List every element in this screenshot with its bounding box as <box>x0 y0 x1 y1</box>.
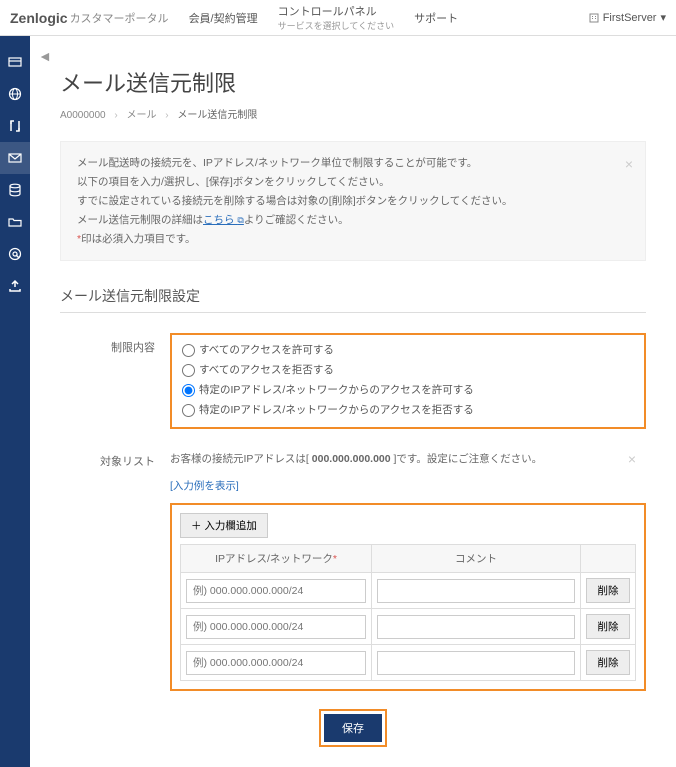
delete-button[interactable]: 削除 <box>586 614 630 639</box>
logo-subtitle: カスタマーポータル <box>70 10 169 26</box>
sidebar-at-icon[interactable] <box>0 238 30 270</box>
save-button[interactable]: 保存 <box>324 714 382 742</box>
delete-button[interactable]: 削除 <box>586 578 630 603</box>
radio-allow-specific[interactable]: 特定のIPアドレス/ネットワークからのアクセスを許可する <box>182 381 634 401</box>
logo: Zenlogic <box>10 10 68 26</box>
sidebar-globe-icon[interactable] <box>0 78 30 110</box>
restriction-radio-group: すべてのアクセスを許可する すべてのアクセスを拒否する 特定のIPアドレス/ネッ… <box>170 333 646 429</box>
breadcrumb-account[interactable]: A0000000 <box>60 110 106 121</box>
delete-button[interactable]: 削除 <box>586 650 630 675</box>
label-restriction: 制限内容 <box>60 333 170 429</box>
sidebar-card-icon[interactable] <box>0 46 30 78</box>
comment-input[interactable] <box>377 651 575 675</box>
add-row-button[interactable]: ＋ 入力欄追加 <box>180 513 268 538</box>
sidebar-upload-icon[interactable] <box>0 270 30 302</box>
user-menu[interactable]: FirstServer ▾ <box>589 11 666 24</box>
detail-link[interactable]: こちら ⧉ <box>203 214 244 226</box>
sidebar <box>0 36 30 767</box>
close-icon[interactable]: × <box>625 152 633 177</box>
radio-deny-specific[interactable]: 特定のIPアドレス/ネットワークからのアクセスを拒否する <box>182 401 634 421</box>
back-arrow[interactable]: ◄ <box>38 48 52 64</box>
building-icon <box>589 13 599 23</box>
table-row: 削除 <box>181 645 636 681</box>
label-target-list: 対象リスト <box>60 447 170 691</box>
table-row: 削除 <box>181 609 636 645</box>
nav-support[interactable]: サポート <box>414 10 458 26</box>
ip-input[interactable] <box>186 651 366 675</box>
nav-control-panel[interactable]: コントロールパネル サービスを選択してください <box>278 3 394 32</box>
info-box: × メール配送時の接続元を、IPアドレス/ネットワーク単位で制限することが可能で… <box>60 141 646 261</box>
table-row: 削除 <box>181 573 636 609</box>
chevron-down-icon: ▾ <box>660 11 666 24</box>
show-example-link[interactable]: [入力例を表示] <box>170 478 239 493</box>
col-ip-header: IPアドレス/ネットワーク* <box>181 545 372 573</box>
ip-input[interactable] <box>186 579 366 603</box>
close-icon[interactable]: × <box>628 451 636 467</box>
comment-input[interactable] <box>377 579 575 603</box>
target-ip-note: お客様の接続元IPアドレスは[ 000.000.000.000 ]です。設定にご… <box>170 447 646 470</box>
radio-deny-all[interactable]: すべてのアクセスを拒否する <box>182 361 634 381</box>
page-title: メール送信元制限 <box>60 66 646 98</box>
sidebar-mail-icon[interactable] <box>0 142 30 174</box>
sidebar-database-icon[interactable] <box>0 174 30 206</box>
radio-allow-all[interactable]: すべてのアクセスを許可する <box>182 341 634 361</box>
ip-input[interactable] <box>186 615 366 639</box>
section-title: メール送信元制限設定 <box>60 286 646 313</box>
col-comment-header: コメント <box>372 545 581 573</box>
sidebar-transfer-icon[interactable] <box>0 110 30 142</box>
nav-membership[interactable]: 会員/契約管理 <box>189 10 258 26</box>
breadcrumb: A0000000 › メール › メール送信元制限 <box>60 106 646 121</box>
comment-input[interactable] <box>377 615 575 639</box>
sidebar-folder-icon[interactable] <box>0 206 30 238</box>
breadcrumb-mail[interactable]: メール <box>127 110 157 121</box>
ip-table-area: ＋ 入力欄追加 IPアドレス/ネットワーク* コメント <box>170 503 646 691</box>
breadcrumb-current: メール送信元制限 <box>177 110 257 121</box>
